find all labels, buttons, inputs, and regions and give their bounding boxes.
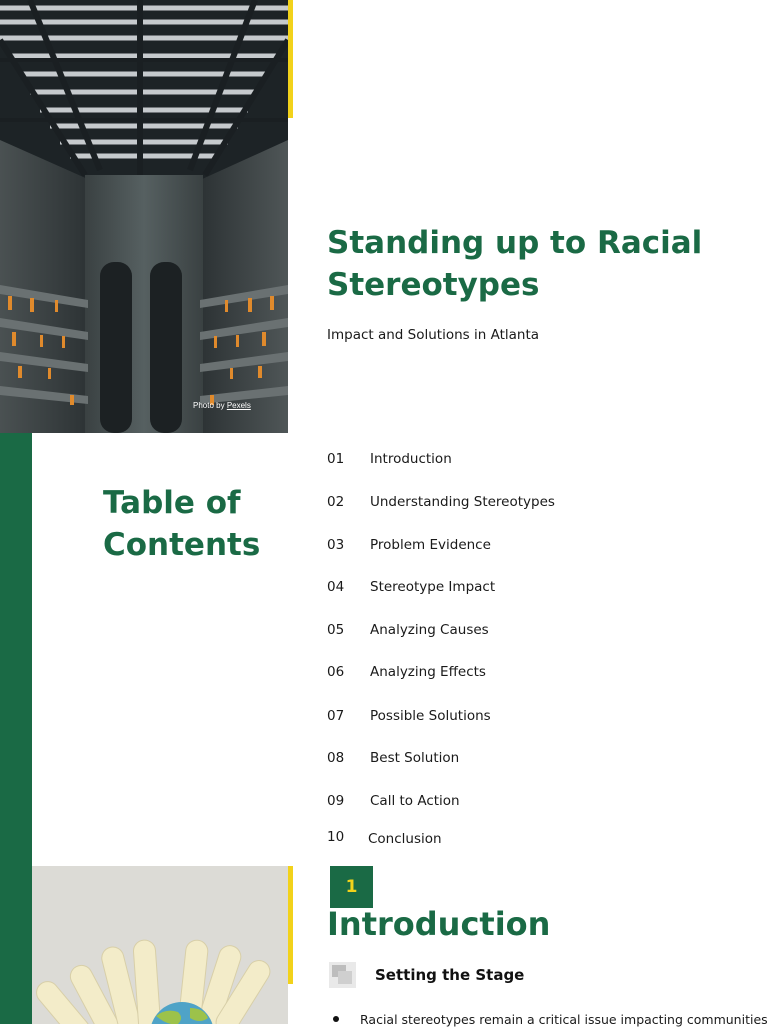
section-title: Introduction (327, 905, 551, 943)
toc-item-number: 02 (327, 494, 345, 510)
toc-item-label: Introduction (370, 451, 452, 467)
toc-item-label: Conclusion (368, 831, 442, 847)
toc-item-label: Analyzing Causes (370, 622, 489, 638)
accent-bar (288, 866, 293, 984)
toc-item-label: Stereotype Impact (370, 579, 496, 595)
side-accent-bar (0, 433, 32, 1024)
subsection-heading: Setting the Stage (375, 966, 525, 984)
cover-photo (0, 0, 288, 433)
photo-credit-link[interactable]: Pexels (227, 401, 251, 410)
toc-item-number: 01 (327, 451, 345, 467)
cover-title: Standing up to Racial Stereotypes (327, 225, 703, 303)
toc-item-number: 09 (327, 793, 345, 809)
toc-item-number: 04 (327, 579, 345, 595)
toc-item-number: 06 (327, 664, 345, 680)
toc-item-label: Best Solution (370, 750, 460, 766)
intro-photo (32, 866, 288, 1024)
toc-item-label: Possible Solutions (370, 708, 491, 724)
image-placeholder-icon (329, 962, 356, 988)
toc-item-label: Understanding Stereotypes (370, 494, 555, 510)
toc-item-number: 05 (327, 622, 345, 638)
toc-item-number: 08 (327, 750, 345, 766)
atrium-illustration (0, 0, 288, 433)
toc-item-label: Call to Action (370, 793, 460, 809)
photo-credit: Photo by Pexels (193, 401, 251, 410)
bullet-dot (333, 1016, 339, 1022)
toc-item-label: Problem Evidence (370, 537, 491, 553)
section-number-badge: 1 (330, 866, 373, 908)
photo-credit-prefix: Photo by (193, 401, 227, 410)
toc-title: Table of Contents (103, 485, 261, 563)
toc-item-number: 03 (327, 537, 345, 553)
toc-item-number: 07 (327, 708, 345, 724)
accent-bar (288, 0, 293, 118)
cover-subtitle: Impact and Solutions in Atlanta (327, 327, 540, 343)
toc-item-number: 10 (327, 829, 345, 845)
toc-item-label: Analyzing Effects (370, 664, 486, 680)
hands-globe-illustration (32, 866, 288, 1024)
bullet-text: Racial stereotypes remain a critical iss… (360, 1012, 768, 1027)
